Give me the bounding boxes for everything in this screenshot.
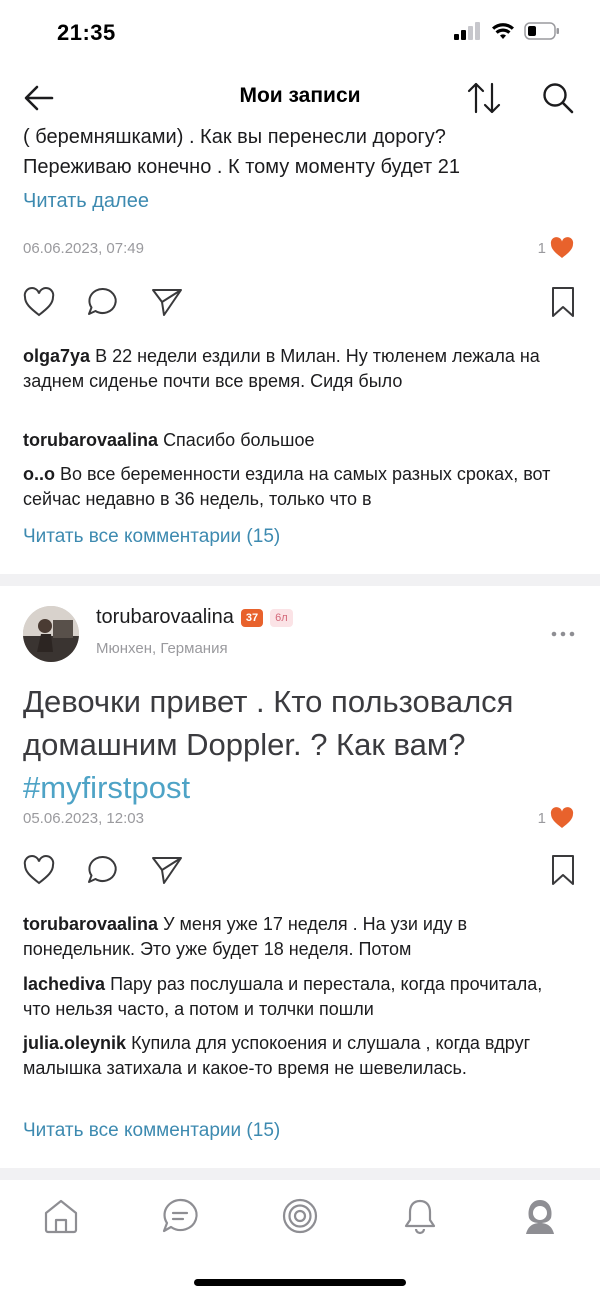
post-actions [0,285,600,325]
post-date: 06.06.2023, 07:49 [23,240,144,257]
comment-text: В 22 недели ездили в Милан. Ну тюленем л… [23,346,540,391]
search-icon[interactable] [540,80,576,116]
post-text-line: Переживаю конечно . К тому моменту будет… [23,156,460,178]
like-icon[interactable] [22,285,56,319]
sort-icon[interactable] [466,80,502,116]
like-count[interactable]: 1 [538,807,574,829]
bell-icon[interactable] [400,1196,440,1236]
comment: torubarovaalina Спасибо большое [23,428,573,453]
all-comments-link[interactable]: Читать все комментарии (15) [23,1120,280,1142]
comment-author[interactable]: torubarovaalina [23,430,158,450]
comment-author[interactable]: lachediva [23,974,105,994]
comment: olga7ya В 22 недели ездили в Милан. Ну т… [23,344,573,394]
comment: julia.oleynik Купила для успокоения и сл… [23,1031,573,1081]
post-actions [0,853,600,893]
post-date: 05.06.2023, 12:03 [23,810,144,827]
username[interactable]: torubarovaalina [96,606,234,629]
battery-icon [524,22,559,40]
post-text-line: ( беремняшками) . Как вы перенесли дорог… [23,126,446,148]
status-icons [454,22,560,40]
share-icon[interactable] [150,853,184,887]
hashtag-link[interactable]: #myfirstpost [23,770,190,805]
avatar[interactable] [23,606,79,662]
more-options-icon[interactable] [550,630,576,638]
post-text: Девочки привет . Кто пользовался домашни… [23,680,583,809]
heart-filled-icon [550,237,574,258]
page-title: Мои записи [239,84,361,107]
like-icon[interactable] [22,853,56,887]
comment: o..o Во все беременности ездила на самых… [23,462,573,512]
like-count[interactable]: 1 [538,237,574,259]
share-icon[interactable] [150,285,184,319]
comment-author[interactable]: torubarovaalina [23,914,158,934]
comment-author[interactable]: olga7ya [23,346,90,366]
comment-text: Во все беременности ездила на самых разн… [23,464,551,509]
comment-author[interactable]: o..o [23,464,55,484]
heart-filled-icon [550,807,574,828]
post-separator [0,1168,600,1180]
location: Мюнхен, Германия [96,640,228,657]
nav-bar: Мои записи [0,70,600,126]
comment: torubarovaalina У меня уже 17 неделя . Н… [23,912,573,962]
read-more-link[interactable]: Читать далее [23,190,149,213]
like-count-value: 1 [537,809,546,827]
bookmark-icon[interactable] [546,853,580,887]
status-bar: 21:35 [0,0,600,62]
post-author[interactable]: torubarovaalina 37 6л [96,606,293,629]
level-badge: 37 [240,608,264,627]
comment-author[interactable]: julia.oleynik [23,1033,126,1053]
comment-icon[interactable] [86,853,120,887]
post-body: Девочки привет . Кто пользовался домашни… [23,684,514,762]
status-time: 21:35 [57,20,116,45]
all-comments-link[interactable]: Читать все комментарии (15) [23,526,280,548]
comment: lachediva Пару раз послушала и перестала… [23,972,573,1022]
wifi-icon [492,23,514,39]
profile-icon[interactable] [520,1196,560,1236]
chat-icon[interactable] [160,1196,200,1236]
target-icon[interactable] [280,1196,320,1236]
child-age-badge: 6л [270,608,293,627]
signal-icon [454,22,480,40]
home-indicator [194,1279,406,1286]
post-separator [0,574,600,586]
comment-text: Спасибо большое [163,430,315,450]
home-icon[interactable] [41,1196,81,1236]
comment-icon[interactable] [86,285,120,319]
like-count-value: 1 [537,239,546,257]
bookmark-icon[interactable] [546,285,580,319]
